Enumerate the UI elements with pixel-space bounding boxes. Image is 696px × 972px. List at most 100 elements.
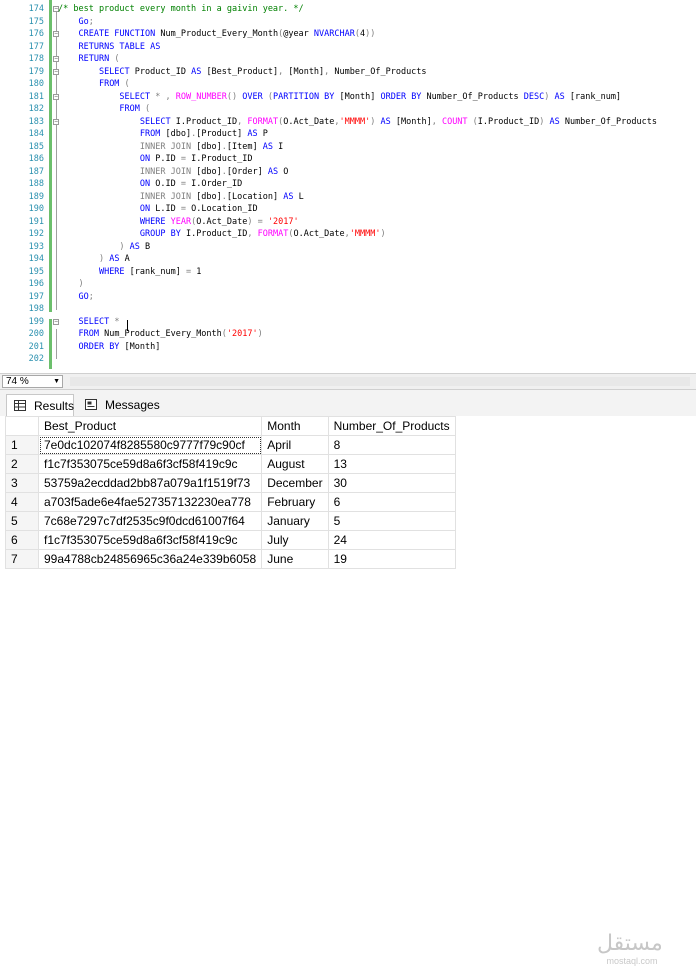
- code-line[interactable]: 178− RETURN (: [0, 53, 696, 66]
- code-token: Number_Of_Products: [564, 116, 657, 127]
- cell-best-product[interactable]: f1c7f353075ce59d8a6f3cf58f419c9c: [37, 530, 263, 550]
- tab-results[interactable]: Results: [6, 394, 74, 416]
- table-row[interactable]: 1 7e0dc102074f8285580c9777f79c90cf April 8: [5, 435, 456, 455]
- code-token: =: [180, 204, 192, 214]
- cell-number-of-products[interactable]: 5: [327, 511, 456, 531]
- code-line[interactable]: 200 FROM Num_Product_Every_Month('2017'): [0, 328, 696, 341]
- table-row[interactable]: 7 99a4788cb24856965c36a24e339b6058 June 19: [5, 549, 456, 569]
- line-number: 197: [28, 291, 44, 302]
- cell-number-of-products[interactable]: 6: [327, 492, 456, 512]
- row-number-header[interactable]: [5, 416, 39, 436]
- code-line[interactable]: 181− SELECT * , ROW_NUMBER() OVER (PARTI…: [0, 91, 696, 104]
- cell-month[interactable]: July: [261, 530, 329, 550]
- code-token: AS: [129, 241, 146, 252]
- code-line[interactable]: 174−/* best product every month in a gai…: [0, 3, 696, 16]
- code-token: GROUP BY: [139, 229, 186, 239]
- code-text: FROM (: [58, 103, 150, 116]
- code-token: [dbo]: [196, 141, 222, 152]
- code-token: B: [145, 241, 151, 252]
- code-line[interactable]: 196 ): [0, 278, 696, 291]
- code-line[interactable]: 189 INNER JOIN [dbo].[Location] AS L: [0, 191, 696, 204]
- code-line[interactable]: 191 WHERE YEAR(O.Act_Date) = '2017': [0, 216, 696, 229]
- row-number[interactable]: 6: [5, 530, 39, 550]
- code-line[interactable]: 177 RETURNS TABLE AS: [0, 41, 696, 54]
- line-number: 189: [28, 191, 44, 202]
- code-line[interactable]: 197 GO;: [0, 291, 696, 304]
- code-line[interactable]: 195 WHERE [rank_num] = 1: [0, 266, 696, 279]
- cell-best-product[interactable]: 53759a2ecddad2bb87a079a1f1519f73: [37, 473, 263, 493]
- code-token: ): [98, 254, 110, 264]
- row-number[interactable]: 3: [5, 473, 39, 493]
- code-line[interactable]: 180 FROM (: [0, 78, 696, 91]
- cell-number-of-products[interactable]: 19: [327, 549, 456, 569]
- tab-results-label: Results: [34, 399, 75, 413]
- cell-best-product[interactable]: f1c7f353075ce59d8a6f3cf58f419c9c: [37, 454, 263, 474]
- chevron-down-icon: ▼: [53, 378, 60, 385]
- code-token: Product_ID: [134, 66, 192, 77]
- code-line[interactable]: 179− SELECT Product_ID AS [Best_Product]…: [0, 66, 696, 79]
- cell-month[interactable]: February: [261, 492, 329, 512]
- column-header-best-product[interactable]: Best_Product: [37, 416, 263, 436]
- code-line[interactable]: 187 INNER JOIN [dbo].[Order] AS O: [0, 166, 696, 179]
- row-number[interactable]: 4: [5, 492, 39, 512]
- cell-number-of-products[interactable]: 8: [327, 435, 456, 455]
- table-row[interactable]: 6 f1c7f353075ce59d8a6f3cf58f419c9c July 24: [5, 530, 456, 550]
- code-line[interactable]: 193 ) AS B: [0, 241, 696, 254]
- column-header-number-of-products[interactable]: Number_Of_Products: [327, 416, 456, 436]
- code-line[interactable]: 182 FROM (: [0, 103, 696, 116]
- table-row[interactable]: 4 a703f5ade6e4fae527357132230ea778 Februar…: [5, 492, 456, 512]
- tab-messages[interactable]: Messages: [78, 394, 160, 416]
- cell-best-product[interactable]: a703f5ade6e4fae527357132230ea778: [37, 492, 263, 512]
- cell-best-product[interactable]: 7e0dc102074f8285580c9777f79c90cf: [37, 435, 263, 455]
- table-row[interactable]: 3 53759a2ecddad2bb87a079a1f1519f73 Decembe…: [5, 473, 456, 493]
- code-token: [Month]: [124, 341, 161, 352]
- code-token: =: [180, 154, 192, 164]
- cell-number-of-products[interactable]: 24: [327, 530, 456, 550]
- code-line[interactable]: 188 ON O.ID = I.Order_ID: [0, 178, 696, 191]
- row-number[interactable]: 7: [5, 549, 39, 569]
- code-line[interactable]: 198: [0, 303, 696, 316]
- cell-month[interactable]: June: [261, 549, 329, 569]
- table-row[interactable]: 5 7c68e7297c7df2535c9f0dcd61007f64 January…: [5, 511, 456, 531]
- results-grid[interactable]: Best_Product Month Number_Of_Products 17…: [0, 416, 696, 966]
- cell-month[interactable]: August: [261, 454, 329, 474]
- code-token: COUNT: [441, 116, 473, 127]
- code-line[interactable]: 190 ON L.ID = O.Location_ID: [0, 203, 696, 216]
- query-editor[interactable]: 174−/* best product every month in a gai…: [0, 0, 696, 373]
- table-row[interactable]: 2 f1c7f353075ce59d8a6f3cf58f419c9c August 1…: [5, 454, 456, 474]
- cell-best-product[interactable]: 99a4788cb24856965c36a24e339b6058: [37, 549, 263, 569]
- code-line[interactable]: 175 Go;: [0, 16, 696, 29]
- code-line[interactable]: 186 ON P.ID = I.Product_ID: [0, 153, 696, 166]
- code-token: [dbo]: [196, 191, 222, 202]
- code-line[interactable]: 176− CREATE FUNCTION Num_Product_Every_M…: [0, 28, 696, 41]
- code-line[interactable]: 184 FROM [dbo].[Product] AS P: [0, 128, 696, 141]
- zoom-select[interactable]: 74 % ▼: [2, 375, 63, 388]
- line-number: 198: [28, 304, 44, 314]
- horizontal-scrollbar[interactable]: [70, 377, 690, 386]
- code-line[interactable]: 199− SELECT *: [0, 316, 696, 329]
- cell-month[interactable]: April: [261, 435, 329, 455]
- cell-number-of-products[interactable]: 30: [327, 473, 456, 493]
- code-token: I.Product_ID: [185, 229, 248, 239]
- row-number[interactable]: 5: [5, 511, 39, 531]
- code-line[interactable]: 183− SELECT I.Product_ID, FORMAT(O.Act_D…: [0, 116, 696, 129]
- code-line[interactable]: 201 ORDER BY [Month]: [0, 341, 696, 354]
- code-line[interactable]: 192 GROUP BY I.Product_ID, FORMAT(O.Act_…: [0, 228, 696, 241]
- column-header-month[interactable]: Month: [261, 416, 329, 436]
- cell-month[interactable]: January: [261, 511, 329, 531]
- line-number: 174: [28, 4, 44, 14]
- cell-best-product[interactable]: 7c68e7297c7df2535c9f0dcd61007f64: [37, 511, 263, 531]
- cell-month[interactable]: December: [261, 473, 329, 493]
- code-line[interactable]: 202: [0, 353, 696, 366]
- code-token: FROM: [78, 329, 105, 339]
- row-number[interactable]: 2: [5, 454, 39, 474]
- cell-number-of-products[interactable]: 13: [327, 454, 456, 474]
- code-token: ON: [139, 179, 156, 189]
- code-line[interactable]: 194 ) AS A: [0, 253, 696, 266]
- row-number[interactable]: 1: [5, 435, 39, 455]
- code-line[interactable]: 185 INNER JOIN [dbo].[Item] AS I: [0, 141, 696, 154]
